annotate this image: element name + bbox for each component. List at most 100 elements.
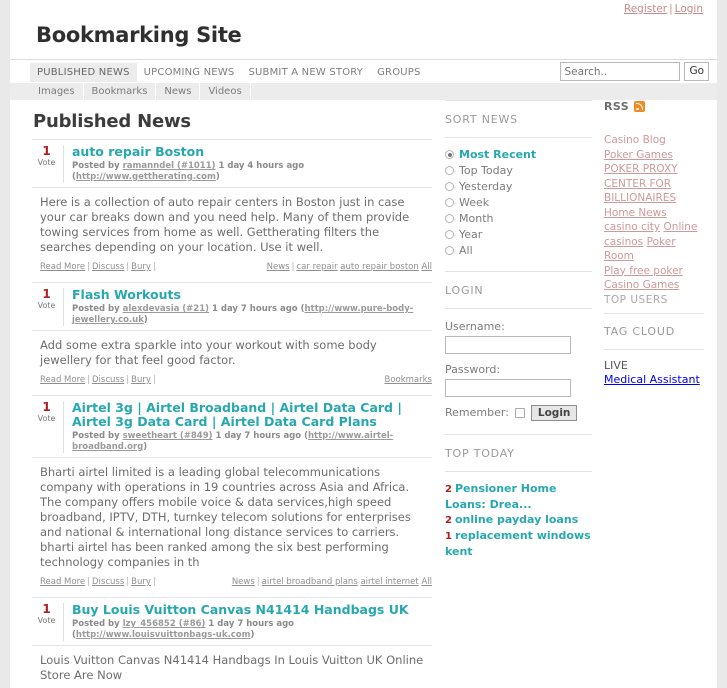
sort-option-week[interactable]: Week [445, 195, 592, 211]
story-author-link[interactable]: lzy_456852 (#86) [123, 619, 206, 629]
top-today-link[interactable]: replacement windows kent [445, 529, 591, 558]
subnav-item-images[interactable]: Images [30, 83, 84, 100]
story-header: 1 Vote Buy Louis Vuitton Canvas N41414 H… [32, 597, 432, 645]
rss-label: RSS [604, 100, 630, 113]
story-tag-link[interactable]: Bookmarks [385, 375, 433, 385]
sort-option-label: Year [459, 228, 483, 241]
password-input[interactable] [445, 379, 571, 397]
bury-link[interactable]: Bury [131, 262, 151, 272]
story-tag-link[interactable]: auto repair boston [340, 262, 418, 272]
top-today-item[interactable]: 2 Pensioner Home Loans: Drea... [445, 481, 592, 512]
read-more-link[interactable]: Read More [40, 375, 85, 385]
top-today-link[interactable]: online payday loans [455, 513, 578, 526]
vote-box[interactable]: 1 Vote [32, 401, 64, 453]
live-block: LIVE Medical Assistant [604, 349, 704, 387]
story-actions: Read More | Discuss | Bury | News | car repair … [32, 260, 432, 282]
story-header: 1 Vote Flash Workouts Posted by alexdeva… [32, 282, 432, 330]
login-submit-row: Remember: Login [445, 404, 592, 422]
username-input[interactable] [445, 336, 571, 354]
vote-count: 1 [42, 602, 51, 616]
sort-option-month[interactable]: Month [445, 211, 592, 227]
rss-icon[interactable] [634, 101, 646, 112]
nav-item-submit-a-new-story[interactable]: SUBMIT A NEW STORY [241, 63, 370, 82]
story-author-link[interactable]: alexdevasia (#21) [123, 304, 209, 314]
radio-icon[interactable] [445, 198, 454, 207]
discuss-link[interactable]: Discuss [92, 577, 124, 587]
bury-link[interactable]: Bury [131, 577, 151, 587]
story-item: 1 Vote Buy Louis Vuitton Canvas N41414 H… [32, 597, 432, 688]
live-link-medical-assistant[interactable]: Medical Assistant [604, 373, 700, 386]
action-sep: | [152, 262, 156, 272]
story-action-links: Read More | Discuss | Bury | [40, 262, 158, 272]
sort-option-year[interactable]: Year [445, 227, 592, 243]
story-title-link[interactable]: auto repair Boston [72, 145, 432, 159]
sort-option-most-recent[interactable]: Most Recent [445, 147, 592, 163]
rss-feed-link[interactable]: RSS [604, 100, 704, 121]
top-today-title: TOP TODAY [445, 434, 592, 471]
partner-link-casino-games[interactable]: Casino Games [604, 279, 679, 291]
sort-news-options: Most Recent Top Today Yesterday Week Mon… [445, 137, 592, 271]
radio-icon[interactable] [445, 246, 454, 255]
read-more-link[interactable]: Read More [40, 577, 85, 587]
radio-icon[interactable] [445, 182, 454, 191]
story-title-link[interactable]: Airtel 3g | Airtel Broadband | Airtel Da… [72, 401, 432, 429]
login-submit-button[interactable]: Login [530, 405, 578, 421]
partner-link-poker-proxy[interactable]: POKER PROXY [604, 163, 678, 175]
partner-link-casino-city[interactable]: casino city [604, 221, 660, 233]
subnav-item-bookmarks[interactable]: Bookmarks [84, 83, 157, 100]
top-today-link[interactable]: Pensioner Home Loans: Drea... [445, 482, 556, 511]
top-today-item[interactable]: 2 online payday loans [445, 512, 592, 528]
partner-link-play-free-poker[interactable]: Play free poker [604, 265, 683, 277]
sort-option-all[interactable]: All [445, 243, 592, 259]
vote-box[interactable]: 1 Vote [32, 603, 64, 641]
partner-link-home-news[interactable]: Home News [604, 207, 667, 219]
remember-checkbox[interactable] [514, 408, 525, 418]
radio-icon[interactable] [445, 150, 454, 159]
register-link[interactable]: Register [624, 3, 667, 15]
story-action-links: Read More | Discuss | Bury | [40, 375, 158, 385]
read-more-link[interactable]: Read More [40, 262, 85, 272]
story-item: 1 Vote Airtel 3g | Airtel Broadband | Ai… [32, 395, 432, 597]
sort-option-yesterday[interactable]: Yesterday [445, 179, 592, 195]
bury-link[interactable]: Bury [131, 375, 151, 385]
page-container: Register | Login Bookmarking Site PUBLISHE… [10, 0, 717, 688]
search-go-button[interactable]: Go [684, 62, 709, 81]
story-title-link[interactable]: Buy Louis Vuitton Canvas N41414 Handbags… [72, 603, 432, 617]
story-category-link[interactable]: News [267, 262, 290, 272]
story-source-url[interactable]: http://www.louisvuittonbags-uk.com [76, 630, 251, 640]
story-author-link[interactable]: ramanndel (#1011) [123, 161, 216, 171]
vote-count: 1 [42, 287, 51, 301]
story-tag-all-link[interactable]: All [421, 577, 432, 587]
radio-icon[interactable] [445, 214, 454, 223]
radio-icon[interactable] [445, 166, 454, 175]
story-title-link[interactable]: Flash Workouts [72, 288, 432, 302]
radio-icon[interactable] [445, 230, 454, 239]
sort-option-top-today[interactable]: Top Today [445, 163, 592, 179]
story-meta: Posted by ramanndel (#1011) 1 day 4 hour… [72, 161, 305, 182]
search-input[interactable] [560, 62, 681, 81]
story-tag-link[interactable]: airtel broadband plans [262, 577, 358, 587]
story-source-url[interactable]: http://www.gettherating.com [76, 172, 216, 182]
story-author-link[interactable]: sweetheart (#849) [123, 431, 213, 441]
vote-box[interactable]: 1 Vote [32, 288, 64, 326]
subnav-item-videos[interactable]: Videos [200, 83, 251, 100]
story-category-link[interactable]: News [232, 577, 255, 587]
story-tag-link[interactable]: car repair [296, 262, 337, 272]
nav-item-published-news[interactable]: PUBLISHED NEWS [30, 62, 137, 82]
nav-item-upcoming-news[interactable]: UPCOMING NEWS [137, 63, 242, 82]
story-action-links: Read More | Discuss | Bury | [40, 577, 158, 587]
discuss-link[interactable]: Discuss [92, 262, 124, 272]
story-tag-link[interactable]: airtel internet [360, 577, 418, 587]
subnav-item-news[interactable]: News [156, 83, 201, 100]
top-today-item[interactable]: 1 replacement windows kent [445, 528, 592, 559]
nav-item-groups[interactable]: GROUPS [370, 63, 427, 82]
story-meta: Posted by sweetheart (#849) 1 day 7 hour… [72, 431, 394, 452]
partner-link-center-for-billionaires[interactable]: CENTER FOR BILLIONAIRES [604, 178, 676, 205]
partner-link-poker-games[interactable]: Poker Games [604, 149, 673, 161]
login-link[interactable]: Login [675, 3, 703, 15]
partner-link-casino-blog[interactable]: Casino Blog [604, 134, 666, 146]
story-actions: Read More | Discuss | Bury | Bookmarks [32, 373, 432, 395]
discuss-link[interactable]: Discuss [92, 375, 124, 385]
vote-box[interactable]: 1 Vote [32, 145, 64, 183]
story-tag-all-link[interactable]: All [421, 262, 432, 272]
